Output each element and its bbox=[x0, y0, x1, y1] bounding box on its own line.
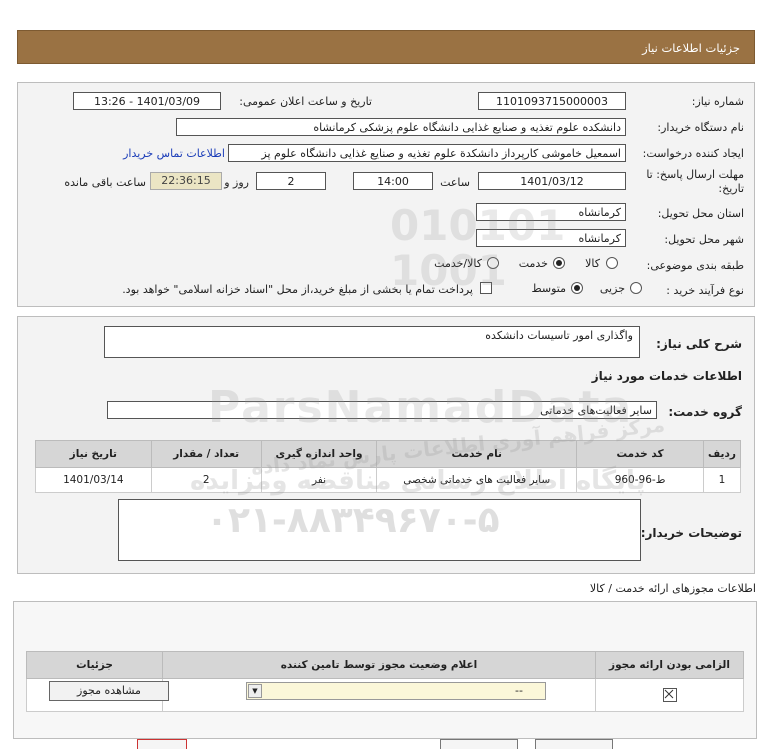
service-group-field: سایر فعالیت‌های خدماتی bbox=[107, 401, 657, 419]
buyer-org-field: دانشکده علوم تغذیه و صنایع غذایی دانشگاه… bbox=[176, 118, 626, 136]
buyer-notes-label: توضیحات خریدار: bbox=[640, 526, 742, 540]
svg-text:010101: 010101 bbox=[390, 201, 565, 250]
cell-need-date: 1401/03/14 bbox=[35, 467, 152, 493]
category-label: طبقه بندی موضوعی: bbox=[646, 259, 744, 272]
cell-unit: نفر bbox=[260, 467, 378, 493]
watermark-binary-graphic: 010101 1001 bbox=[390, 201, 565, 295]
col-permit-status: اعلام وضعیت مجوز توسط تامین کننده bbox=[162, 651, 596, 679]
col-need-date: تاریخ نیاز bbox=[35, 440, 152, 468]
permit-required-cell bbox=[595, 678, 744, 712]
process-radio-minor[interactable] bbox=[630, 282, 642, 294]
cell-quantity: 2 bbox=[150, 467, 262, 493]
table-row: 1 ط-96-960 سایر فعالیت های خدماتی شخصی ن… bbox=[35, 467, 742, 493]
col-service-name: نام خدمت bbox=[376, 440, 578, 468]
announce-label: تاریخ و ساعت اعلان عمومی: bbox=[239, 95, 372, 108]
category-radio-goods[interactable] bbox=[606, 257, 618, 269]
bottom-button-middle[interactable] bbox=[440, 739, 518, 749]
service-group-label: گروه خدمت: bbox=[668, 405, 742, 419]
requester-field: اسمعیل خاموشی کارپرداز دانشکدة علوم تغذی… bbox=[228, 144, 626, 162]
category-option-goods: کالا bbox=[585, 257, 600, 270]
days-field: 2 bbox=[256, 172, 326, 190]
deadline-hour-label: ساعت bbox=[440, 176, 470, 189]
window-title: جزئیات اطلاعات نیاز bbox=[642, 41, 740, 55]
buyer-contact-link[interactable]: اطلاعات تماس خریدار bbox=[123, 147, 225, 160]
summary-label: شرح کلی نیاز: bbox=[656, 337, 742, 351]
svg-text:1001: 1001 bbox=[390, 246, 507, 295]
deadline-date-field: 1401/03/12 bbox=[478, 172, 626, 190]
deadline-time-field: 14:00 bbox=[353, 172, 433, 190]
services-header: اطلاعات خدمات مورد نیاز bbox=[591, 369, 742, 383]
deadline-label: مهلت ارسال پاسخ: تا bbox=[646, 168, 744, 181]
col-unit: واحد اندازه گیری bbox=[260, 440, 378, 468]
permits-table-header: الزامی بودن ارائه مجوز اعلام وضعیت مجوز … bbox=[26, 651, 744, 679]
need-number-label: شماره نیاز: bbox=[691, 95, 744, 108]
cross-icon bbox=[664, 689, 673, 699]
view-permit-button[interactable]: مشاهده مجوز bbox=[49, 681, 169, 701]
remaining-label: ساعت باقی مانده bbox=[64, 176, 146, 189]
permit-status-value: -- bbox=[515, 684, 523, 697]
col-quantity: تعداد / مقدار bbox=[150, 440, 262, 468]
process-option-minor: جزیی bbox=[599, 282, 625, 295]
col-permit-details: جزئیات bbox=[26, 651, 163, 679]
cell-service-name: سایر فعالیت های خدماتی شخصی bbox=[376, 467, 578, 493]
process-label: نوع فرآیند خرید : bbox=[666, 284, 744, 297]
cell-service-code: ط-96-960 bbox=[576, 467, 704, 493]
buyer-org-label: نام دستگاه خریدار: bbox=[657, 121, 744, 134]
col-row: ردیف bbox=[702, 440, 742, 468]
permit-status-select[interactable]: -- ▼ bbox=[246, 682, 546, 700]
chevron-down-icon[interactable]: ▼ bbox=[248, 684, 262, 698]
announce-field: 1401/03/09 - 13:26 bbox=[73, 92, 221, 110]
services-table: ردیف کد خدمت نام خدمت واحد اندازه گیری ت… bbox=[35, 440, 742, 493]
requester-label: ایجاد کننده درخواست: bbox=[642, 147, 744, 160]
city-label: شهر محل تحویل: bbox=[664, 233, 744, 246]
bottom-button-left[interactable] bbox=[137, 739, 187, 749]
days-label: روز و bbox=[224, 176, 249, 189]
cell-row: 1 bbox=[702, 467, 742, 493]
remaining-time: 22:36:15 bbox=[150, 172, 222, 190]
col-service-code: کد خدمت bbox=[576, 440, 704, 468]
buyer-notes-field bbox=[118, 499, 641, 561]
col-permit-required: الزامی بودن ارائه مجوز bbox=[595, 651, 744, 679]
permit-required-checkbox[interactable] bbox=[662, 688, 677, 702]
need-number-field: 1101093715000003 bbox=[478, 92, 626, 110]
bottom-button-right[interactable] bbox=[535, 739, 613, 749]
deadline-label-2: تاریخ: bbox=[718, 182, 744, 195]
watermark-logo: 010101 1001 bbox=[380, 200, 580, 320]
summary-field: واگذاری امور تاسیسات دانشکده bbox=[104, 326, 640, 358]
permits-section-title: اطلاعات مجوزهای ارائه خدمت / کالا bbox=[589, 582, 756, 595]
province-label: استان محل تحویل: bbox=[657, 207, 744, 220]
services-table-header: ردیف کد خدمت نام خدمت واحد اندازه گیری ت… bbox=[35, 440, 742, 468]
window-titlebar: جزئیات اطلاعات نیاز bbox=[17, 30, 755, 64]
